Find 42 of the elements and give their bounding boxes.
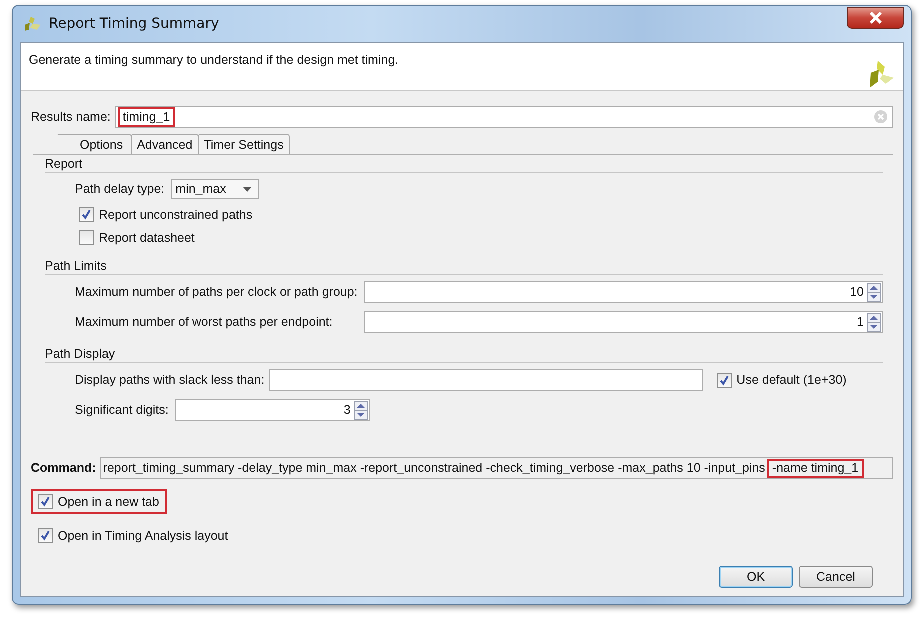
tab[interactable]: Timer Settings: [198, 134, 290, 154]
checkbox[interactable]: Report unconstrained paths: [75, 207, 883, 222]
field-label: Significant digits:: [75, 403, 169, 417]
command-name-option: -name timing_1: [767, 458, 864, 478]
close-button[interactable]: [847, 7, 904, 29]
caret-icon: [242, 186, 252, 192]
checkbox[interactable]: Use default (1e+30): [712, 372, 847, 388]
section-title: Report: [45, 157, 83, 171]
checkbox-box[interactable]: [716, 372, 732, 388]
section-title: Path Limits: [45, 259, 107, 273]
checkbox-box[interactable]: [79, 207, 94, 222]
description-text: Generate a timing summary to understand if the design met timing.: [29, 53, 399, 69]
checkbox[interactable]: Open in a new tab: [31, 489, 168, 514]
number-spinner[interactable]: 10: [364, 281, 883, 303]
command-text: report_timing_summary -delay_type min_max -report_unconstrained -check_timing_verbose -max_paths 10 -input_pins: [103, 461, 766, 475]
section-title: Path Display: [45, 347, 116, 361]
dialog-button[interactable]: OK: [719, 566, 793, 588]
results-name-field[interactable]: timing_1: [114, 106, 893, 128]
checkbox-box[interactable]: [79, 230, 94, 245]
spinner-arrows-icon[interactable]: [354, 400, 368, 420]
field-label: Display paths with slack less than:: [75, 373, 265, 387]
close-icon: [868, 12, 882, 24]
slack-field[interactable]: [268, 369, 703, 391]
results-name-label: Results name:: [31, 110, 111, 124]
path-delay-dropdown[interactable]: min_max: [170, 179, 259, 199]
field-label: Path delay type:: [75, 182, 165, 196]
checkbox[interactable]: Report datasheet: [75, 230, 883, 245]
spinner-arrows-icon[interactable]: [867, 282, 881, 302]
spinner-arrows-icon[interactable]: [867, 312, 881, 332]
command-label: Command:: [31, 461, 96, 475]
checkbox-box[interactable]: [38, 528, 53, 543]
checkbox-box[interactable]: [38, 494, 53, 509]
field-label: Maximum number of worst paths per endpoint:: [75, 315, 334, 329]
results-name-value: timing_1: [118, 107, 176, 127]
checkbox[interactable]: Open in Timing Analysis layout: [31, 523, 236, 548]
window-title: Report Timing Summary: [49, 16, 220, 32]
number-spinner[interactable]: 3: [174, 399, 370, 421]
dialog-button[interactable]: Cancel: [799, 566, 873, 588]
field-label: Maximum number of paths per clock or path group:: [75, 285, 358, 299]
tab[interactable]: Options: [57, 134, 132, 154]
app-logo-icon: [24, 16, 42, 32]
number-spinner[interactable]: 1: [364, 311, 883, 333]
